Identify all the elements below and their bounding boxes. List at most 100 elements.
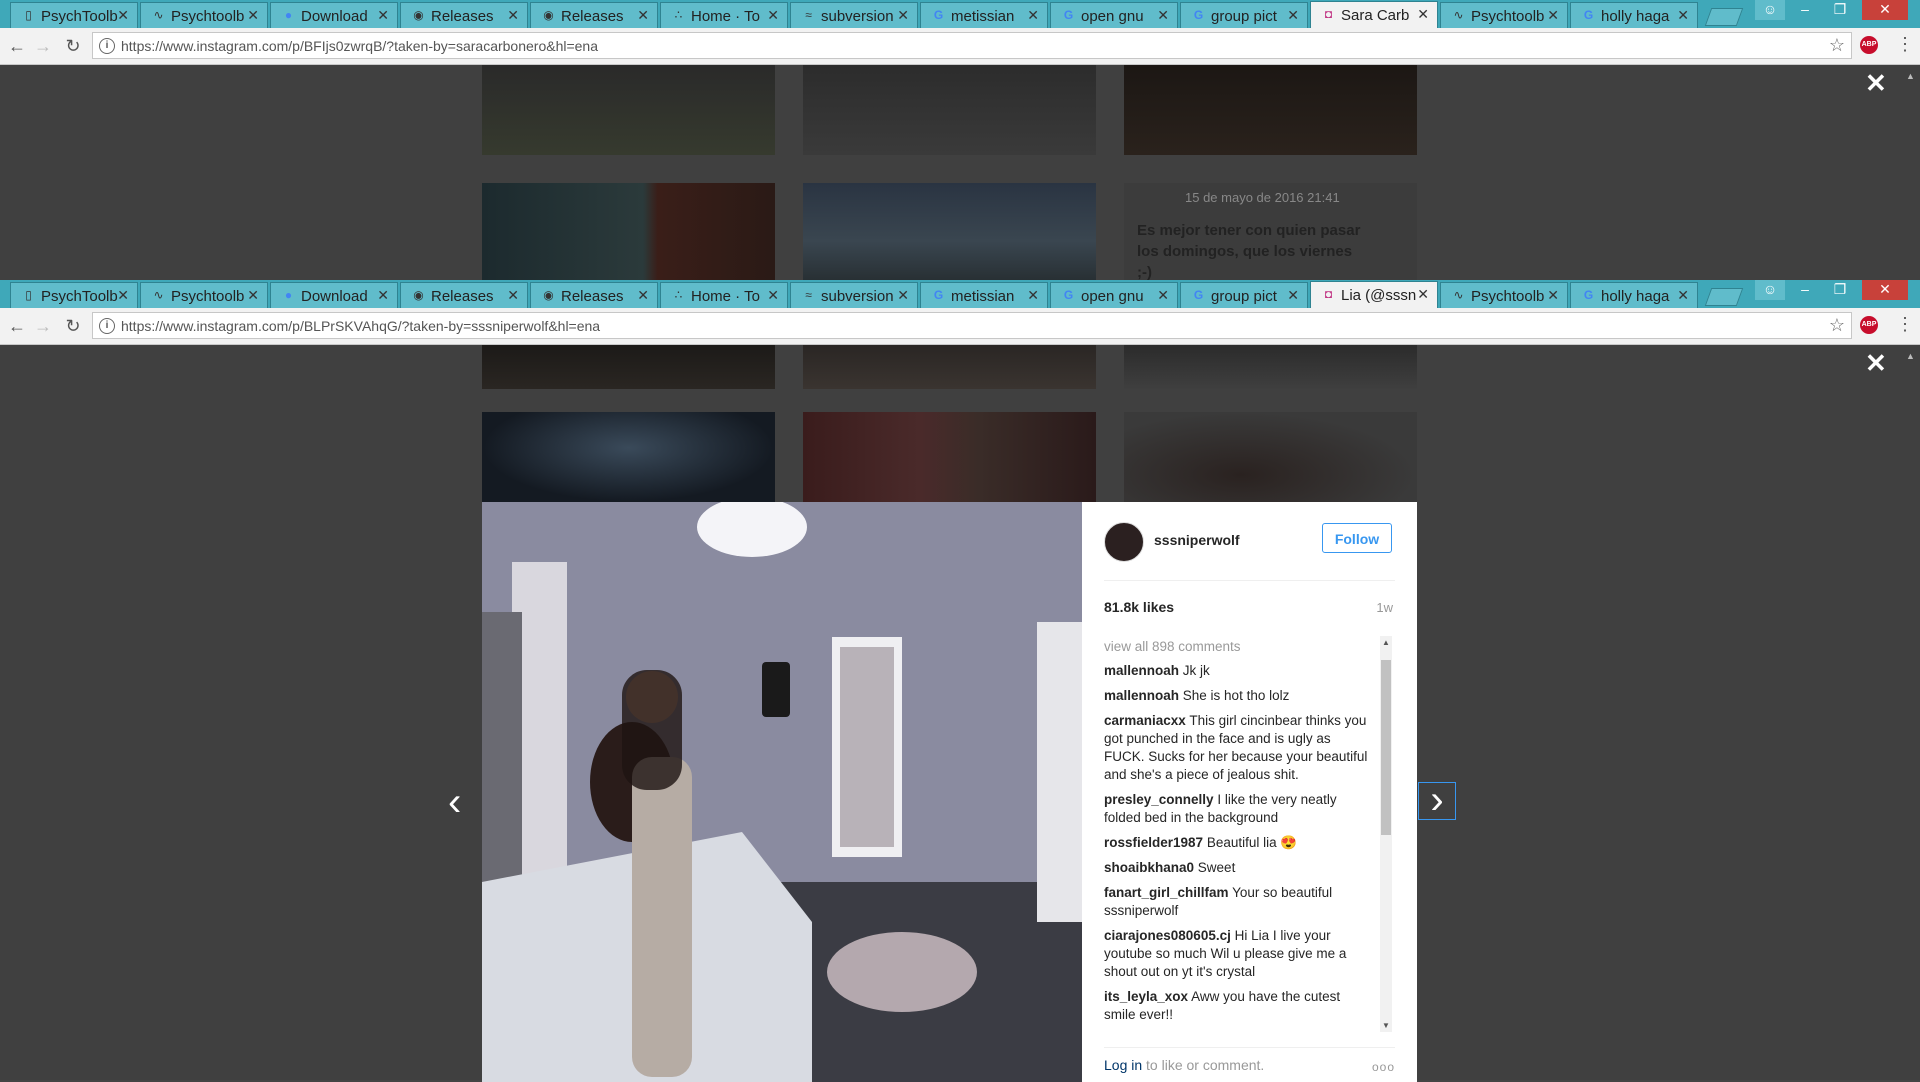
tab[interactable]: ∿ Psychtoolb ✕ <box>1440 282 1568 308</box>
close-tab-icon[interactable]: ✕ <box>1547 7 1559 24</box>
grid-thumbnail[interactable] <box>803 345 1096 389</box>
info-icon[interactable]: i <box>99 318 115 334</box>
scroll-up-arrow[interactable]: ▲ <box>1382 638 1390 647</box>
close-tab-icon[interactable]: ✕ <box>897 287 909 304</box>
post-photo[interactable] <box>482 502 1082 1082</box>
close-tab-icon[interactable]: ✕ <box>1027 287 1039 304</box>
bookmark-star-icon[interactable]: ☆ <box>1829 35 1845 56</box>
scroll-thumb[interactable] <box>1381 660 1391 835</box>
close-tab-icon[interactable]: ✕ <box>897 7 909 24</box>
close-tab-icon[interactable]: ✕ <box>507 287 519 304</box>
comment-username[interactable]: its_leyla_xox <box>1104 989 1188 1004</box>
reload-button[interactable]: ↻ <box>62 315 84 337</box>
close-tab-icon[interactable]: ✕ <box>377 287 389 304</box>
close-tab-icon[interactable]: ✕ <box>1287 287 1299 304</box>
back-button[interactable]: ← <box>6 35 28 57</box>
view-all-comments-link[interactable]: view all 898 comments <box>1104 638 1369 656</box>
close-tab-icon[interactable]: ✕ <box>1287 7 1299 24</box>
likes-count[interactable]: 81.8k likes <box>1104 599 1174 615</box>
close-tab-icon[interactable]: ✕ <box>637 287 649 304</box>
tab[interactable]: ▯ PsychToolb ✕ <box>10 2 138 28</box>
close-tab-icon[interactable]: ✕ <box>117 7 129 24</box>
tab[interactable]: ∿ Psychtoolb ✕ <box>140 2 268 28</box>
tab[interactable]: ◉ Releases ✕ <box>400 282 528 308</box>
grid-thumbnail[interactable] <box>803 412 1096 502</box>
close-tab-icon[interactable]: ✕ <box>767 7 779 24</box>
tab[interactable]: Gopen gnu ✕ <box>1050 2 1178 28</box>
tab[interactable]: Ggroup pict ✕ <box>1180 2 1308 28</box>
close-tab-icon[interactable]: ✕ <box>1547 287 1559 304</box>
tab[interactable]: Gopen gnu ✕ <box>1050 282 1178 308</box>
minimize-button[interactable]: ‒ <box>1790 280 1820 300</box>
grid-thumbnail[interactable] <box>1124 65 1417 155</box>
comments-scrollbar[interactable]: ▲ ▼ <box>1380 636 1392 1032</box>
close-tab-icon[interactable]: ✕ <box>1677 7 1689 24</box>
tab[interactable]: ∴ Home · To ✕ <box>660 282 788 308</box>
account-icon[interactable]: ☺ <box>1755 0 1785 20</box>
close-tab-icon[interactable]: ✕ <box>1027 7 1039 24</box>
back-button[interactable]: ← <box>6 315 28 337</box>
tab[interactable]: ▯ PsychToolb ✕ <box>10 282 138 308</box>
close-tab-icon[interactable]: ✕ <box>1157 287 1169 304</box>
tab[interactable]: ◘ Lia (@sssn ✕ <box>1310 281 1438 308</box>
tab[interactable]: Gmetissian ✕ <box>920 282 1048 308</box>
maximize-button[interactable]: ❐ <box>1825 0 1855 20</box>
tab[interactable]: ≈ subversion ✕ <box>790 2 918 28</box>
close-tab-icon[interactable]: ✕ <box>247 287 259 304</box>
page-scrollbar[interactable]: ▲ <box>1902 345 1920 1080</box>
forward-button[interactable]: → <box>32 315 54 337</box>
close-tab-icon[interactable]: ✕ <box>507 7 519 24</box>
adblock-icon[interactable]: ABP <box>1860 316 1878 334</box>
reload-button[interactable]: ↻ <box>62 35 84 57</box>
window-close-button[interactable]: ✕ <box>1862 0 1908 20</box>
tab[interactable]: ≈ subversion ✕ <box>790 282 918 308</box>
tab[interactable]: ● Download ✕ <box>270 282 398 308</box>
comment-username[interactable]: mallennoah <box>1104 688 1179 703</box>
tab[interactable]: Gholly haga ✕ <box>1570 2 1698 28</box>
forward-button[interactable]: → <box>32 35 54 57</box>
avatar[interactable] <box>1104 522 1144 562</box>
comment-username[interactable]: ciarajones080605.cj <box>1104 928 1231 943</box>
close-tab-icon[interactable]: ✕ <box>767 287 779 304</box>
close-modal-button[interactable]: ✕ <box>1865 68 1887 99</box>
close-tab-icon[interactable]: ✕ <box>377 7 389 24</box>
tab[interactable]: ∿ Psychtoolb ✕ <box>1440 2 1568 28</box>
comment-username[interactable]: presley_connelly <box>1104 792 1214 807</box>
close-modal-button[interactable]: ✕ <box>1865 348 1887 379</box>
scroll-up-arrow[interactable]: ▲ <box>1906 351 1915 361</box>
grid-thumbnail[interactable] <box>1124 345 1417 389</box>
address-bar[interactable]: i https://www.instagram.com/p/BLPrSKVAhq… <box>92 312 1852 339</box>
grid-thumbnail[interactable] <box>482 65 775 155</box>
close-tab-icon[interactable]: ✕ <box>1417 6 1429 23</box>
adblock-icon[interactable]: ABP <box>1860 36 1878 54</box>
grid-thumbnail[interactable] <box>1124 412 1417 502</box>
post-age[interactable]: 1w <box>1376 600 1393 615</box>
login-link[interactable]: Log in <box>1104 1057 1142 1073</box>
tab[interactable]: ∴ Home · To ✕ <box>660 2 788 28</box>
minimize-button[interactable]: ‒ <box>1790 0 1820 20</box>
new-tab-button[interactable] <box>1704 8 1744 26</box>
new-tab-button[interactable] <box>1704 288 1744 306</box>
info-icon[interactable]: i <box>99 38 115 54</box>
tab[interactable]: ● Download ✕ <box>270 2 398 28</box>
account-icon[interactable]: ☺ <box>1755 280 1785 300</box>
tab[interactable]: ∿ Psychtoolb ✕ <box>140 282 268 308</box>
scroll-up-arrow[interactable]: ▲ <box>1906 71 1915 81</box>
more-options-button[interactable]: ooo <box>1372 1060 1395 1074</box>
grid-thumbnail[interactable] <box>482 345 775 389</box>
comment-username[interactable]: carmaniacxx <box>1104 713 1186 728</box>
maximize-button[interactable]: ❐ <box>1825 280 1855 300</box>
tab[interactable]: ◉ Releases ✕ <box>530 2 658 28</box>
previous-post-arrow[interactable]: ‹ <box>448 780 461 824</box>
grid-thumbnail[interactable] <box>803 183 1096 280</box>
close-tab-icon[interactable]: ✕ <box>637 7 649 24</box>
close-tab-icon[interactable]: ✕ <box>1157 7 1169 24</box>
tab[interactable]: Ggroup pict ✕ <box>1180 282 1308 308</box>
tab[interactable]: Gholly haga ✕ <box>1570 282 1698 308</box>
window-close-button[interactable]: ✕ <box>1862 280 1908 300</box>
bookmark-star-icon[interactable]: ☆ <box>1829 315 1845 336</box>
tab[interactable]: Gmetissian ✕ <box>920 2 1048 28</box>
grid-thumbnail[interactable] <box>803 65 1096 155</box>
close-tab-icon[interactable]: ✕ <box>117 287 129 304</box>
tab[interactable]: ◉ Releases ✕ <box>400 2 528 28</box>
